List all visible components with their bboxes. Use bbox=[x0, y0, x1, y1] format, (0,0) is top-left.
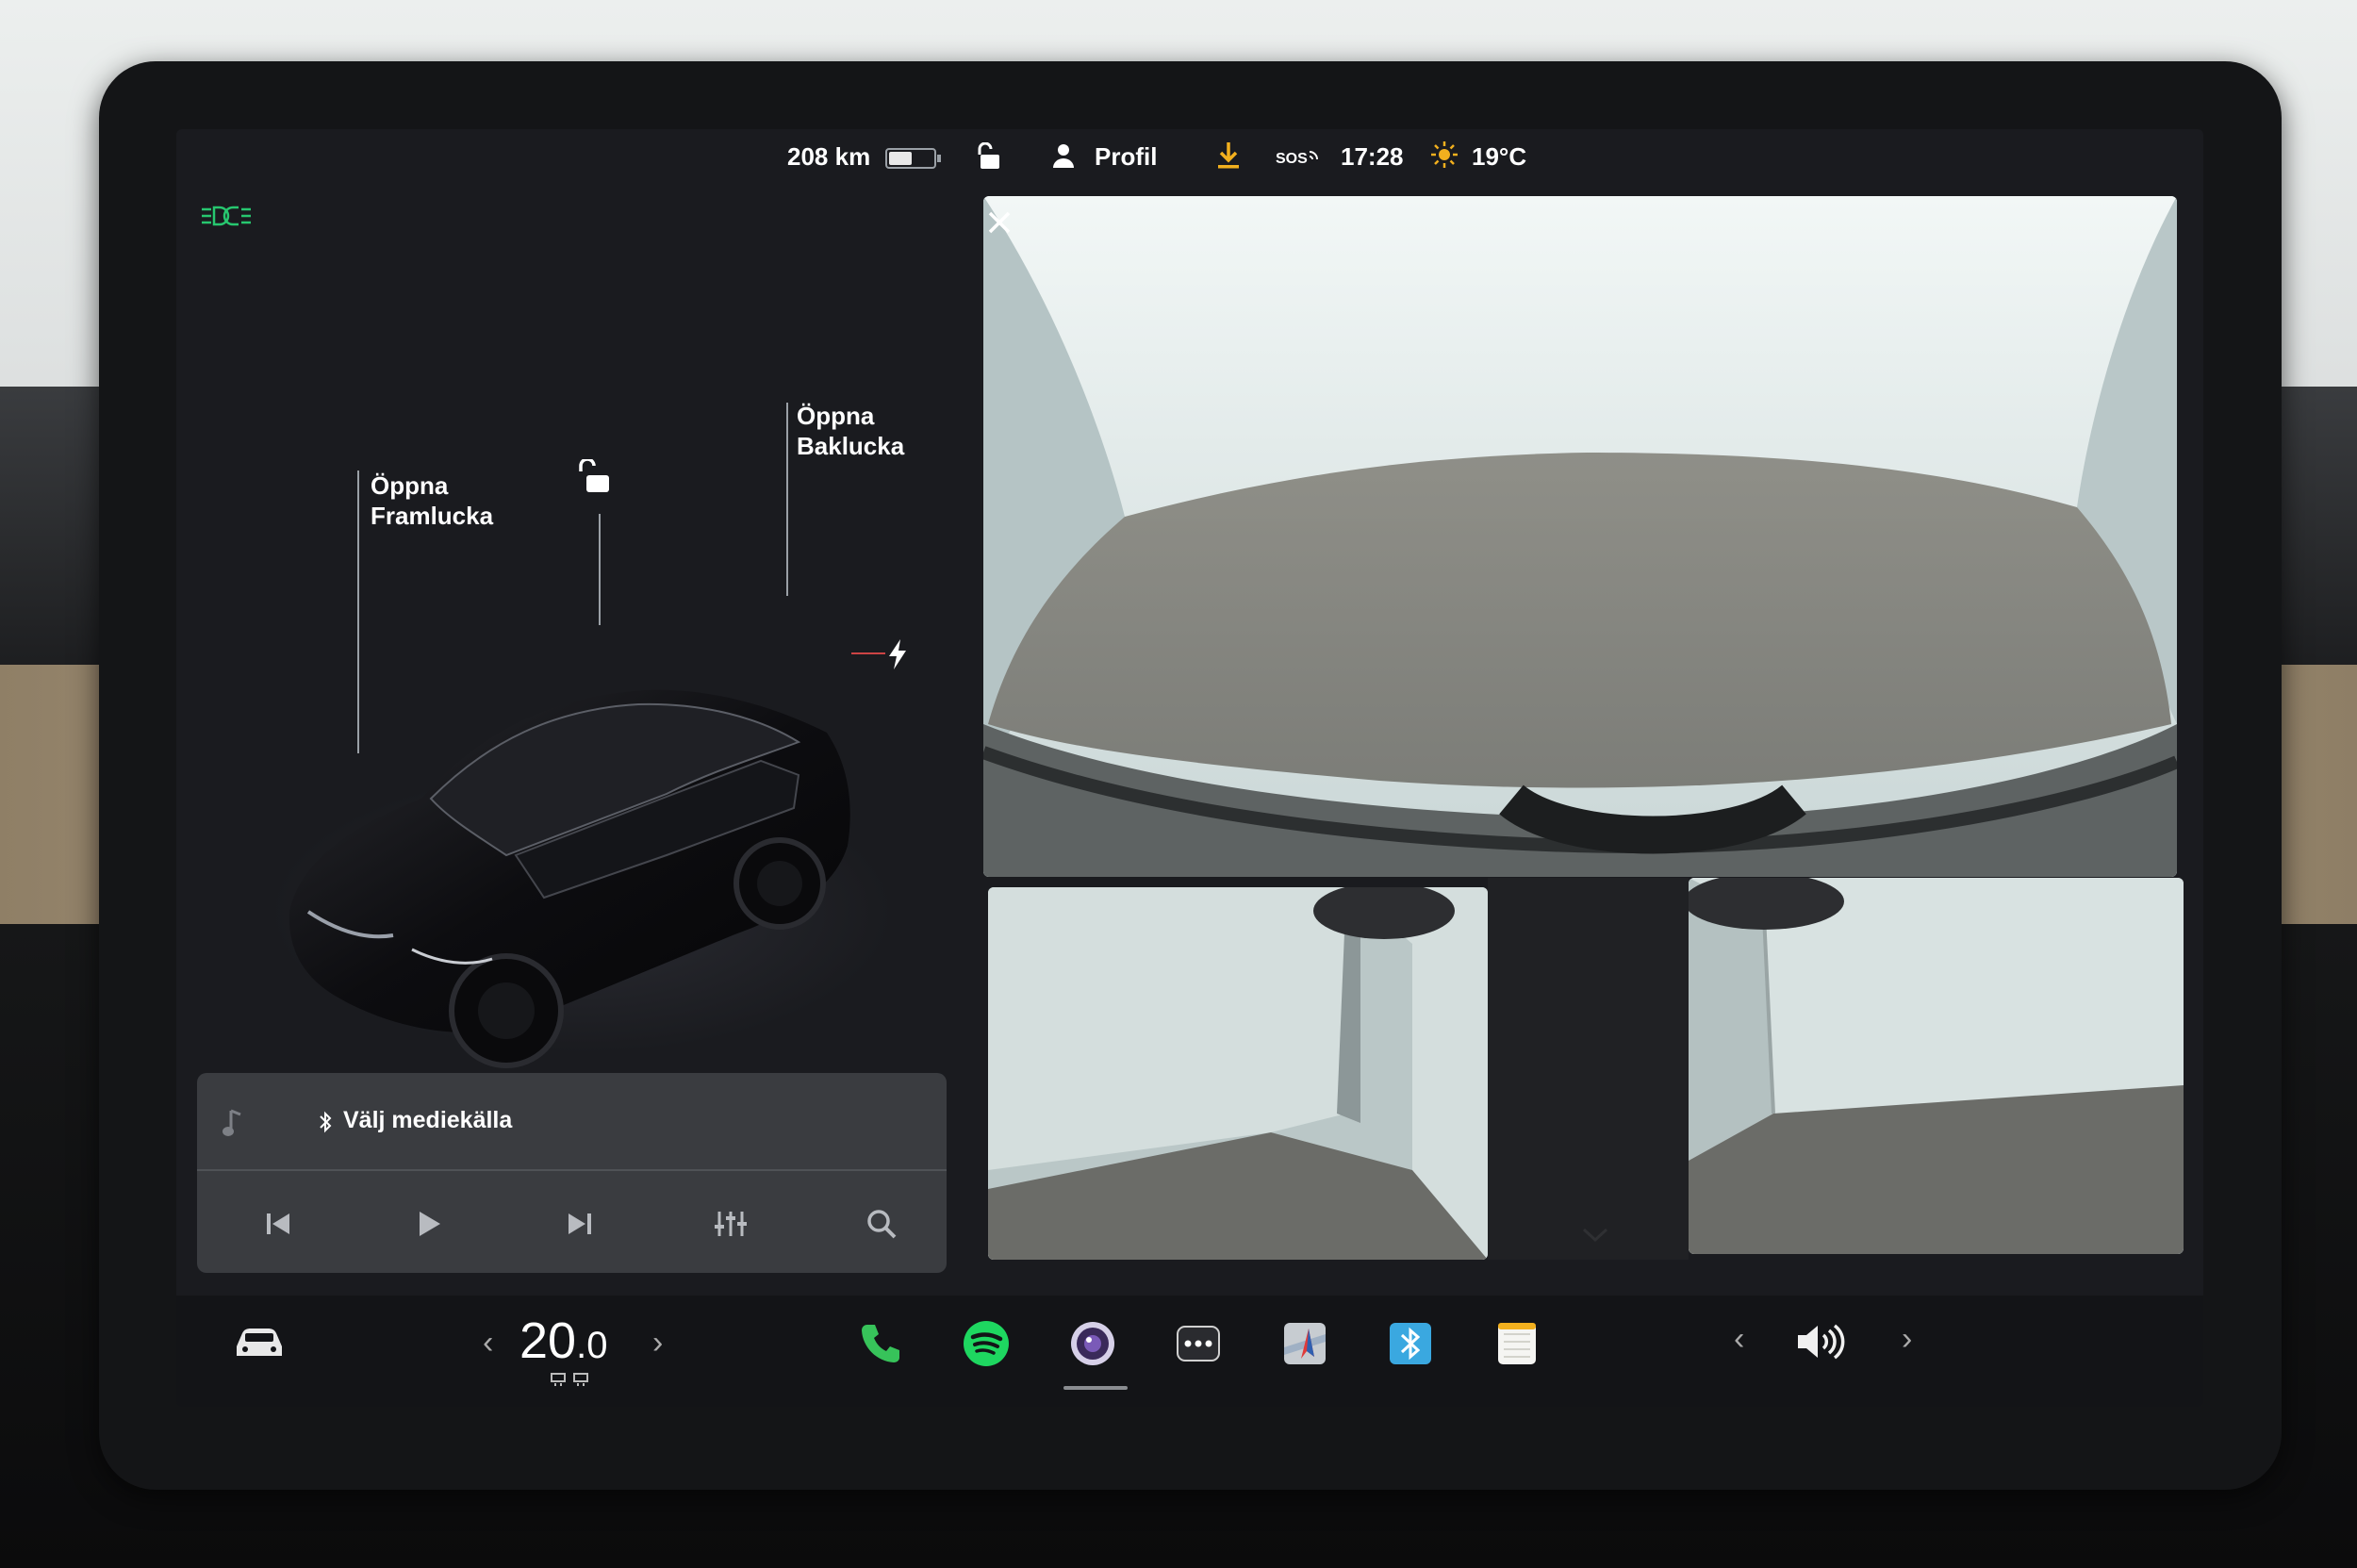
range-readout: 208 km bbox=[787, 142, 871, 171]
right-repeater-camera-view[interactable] bbox=[1689, 878, 2184, 1254]
active-app-indicator bbox=[1063, 1386, 1128, 1390]
next-track-icon[interactable] bbox=[553, 1197, 606, 1250]
seat-heater-icon[interactable] bbox=[549, 1372, 592, 1392]
chevron-down-icon[interactable] bbox=[1582, 1228, 1608, 1247]
volume-icon[interactable] bbox=[1794, 1322, 1847, 1366]
open-frunk-line1: Öppna bbox=[371, 471, 449, 500]
previous-track-icon[interactable] bbox=[252, 1197, 305, 1250]
media-source-label: Välj mediekälla bbox=[343, 1107, 513, 1133]
open-frunk-line2: Framlucka bbox=[371, 502, 494, 530]
volume-increase-chevron-icon[interactable]: › bbox=[1902, 1321, 1912, 1358]
notes-icon[interactable] bbox=[1492, 1319, 1541, 1368]
car-icon[interactable] bbox=[233, 1324, 286, 1366]
b-pillar-divider bbox=[1488, 878, 1689, 1260]
open-trunk-line2: Baklucka bbox=[797, 432, 905, 460]
car-model-image bbox=[271, 689, 893, 1068]
volume-decrease-chevron-icon[interactable]: ‹ bbox=[1734, 1321, 1744, 1358]
open-frunk-button[interactable]: Öppna Framlucka bbox=[371, 470, 493, 531]
profile-button[interactable]: Profil bbox=[1095, 142, 1157, 172]
play-icon[interactable] bbox=[403, 1197, 455, 1250]
right-camera-image bbox=[1689, 878, 2184, 1254]
temp-whole: 20 bbox=[519, 1312, 577, 1369]
media-source-row[interactable]: Välj mediekälla bbox=[197, 1073, 947, 1171]
download-icon[interactable] bbox=[1215, 140, 1242, 177]
bluetooth-icon[interactable] bbox=[1386, 1319, 1435, 1368]
profile-icon[interactable] bbox=[1051, 142, 1076, 175]
more-apps-icon[interactable] bbox=[1174, 1319, 1223, 1368]
open-trunk-line1: Öppna bbox=[797, 402, 875, 430]
temp-decrease-chevron-icon[interactable]: ‹ bbox=[483, 1325, 493, 1362]
left-repeater-camera-view[interactable] bbox=[988, 887, 1488, 1260]
open-trunk-button[interactable]: Öppna Baklucka bbox=[797, 401, 904, 461]
temp-increase-chevron-icon[interactable]: › bbox=[652, 1325, 663, 1362]
unlock-icon[interactable] bbox=[978, 141, 1002, 177]
spotify-icon[interactable] bbox=[962, 1319, 1011, 1368]
climate-temperature[interactable]: 20.0 bbox=[519, 1312, 607, 1370]
sos-indicator: SOS bbox=[1276, 148, 1321, 168]
status-bar: 208 km Profil SOS 17:28 19°C bbox=[176, 129, 2203, 186]
close-icon[interactable] bbox=[987, 210, 1012, 239]
navigation-icon[interactable] bbox=[1280, 1319, 1329, 1368]
rear-camera-image bbox=[983, 196, 2177, 877]
bluetooth-small-icon bbox=[317, 1111, 334, 1138]
temp-decimal: .0 bbox=[576, 1325, 608, 1366]
clock: 17:28 bbox=[1341, 142, 1404, 171]
headlights-icon[interactable] bbox=[200, 205, 253, 236]
sun-icon bbox=[1430, 140, 1459, 175]
outside-temperature: 19°C bbox=[1472, 142, 1527, 171]
trunk-leader-line bbox=[786, 403, 788, 596]
search-icon[interactable] bbox=[855, 1197, 908, 1250]
media-controls bbox=[197, 1171, 947, 1273]
music-note-icon bbox=[222, 1107, 246, 1144]
rear-camera-view[interactable] bbox=[983, 196, 2177, 877]
phone-icon[interactable] bbox=[856, 1319, 905, 1368]
car-unlock-icon[interactable] bbox=[579, 457, 613, 500]
signal-icon bbox=[1309, 151, 1318, 160]
battery-tip bbox=[937, 155, 941, 162]
sos-label: SOS bbox=[1276, 151, 1308, 167]
battery-fill bbox=[889, 152, 912, 165]
equalizer-icon[interactable] bbox=[704, 1197, 757, 1250]
battery-icon bbox=[885, 148, 941, 169]
touchscreen: 208 km Profil SOS 17:28 19°C Öppna Framl… bbox=[176, 129, 2203, 1407]
left-camera-image bbox=[988, 887, 1488, 1260]
media-player: Välj mediekälla bbox=[197, 1073, 947, 1273]
camera-app-icon[interactable] bbox=[1068, 1319, 1117, 1368]
